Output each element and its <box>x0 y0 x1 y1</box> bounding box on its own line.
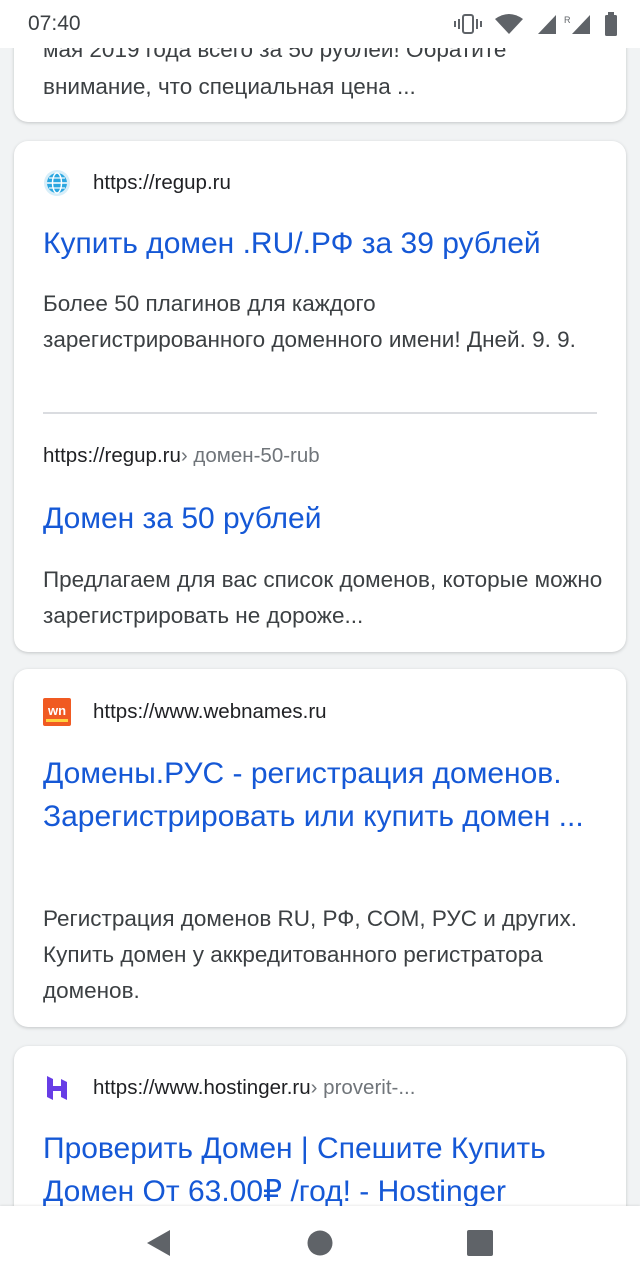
signal-icon <box>536 13 558 35</box>
recents-icon[interactable] <box>440 1206 520 1280</box>
result-url: https://www.hostinger.ru <box>93 1076 311 1099</box>
result-card-regup: https://regup.ru Купить домен .RU/.РФ за… <box>14 141 626 652</box>
webnames-logo-text: wn <box>47 703 66 718</box>
result-url: https://regup.ru <box>93 171 231 194</box>
result-card-hostinger: https://www.hostinger.ru › proverit-... … <box>14 1046 626 1206</box>
battery-icon <box>604 12 618 36</box>
sitelink-snippet: Предлагаем для вас список доменов, котор… <box>43 567 603 628</box>
hostinger-logo-icon <box>43 1074 71 1102</box>
status-time: 07:40 <box>28 12 81 35</box>
globe-icon <box>43 169 71 197</box>
sitelink-path: › домен-50-rub <box>180 444 320 467</box>
result-title-link[interactable]: Купить домен .RU/.РФ за 39 рублей <box>43 222 613 265</box>
result-path: › proverit-... <box>310 1076 416 1099</box>
result-card-webnames: wn https://www.webnames.ru Домены.РУС - … <box>14 669 626 1027</box>
result-snippet-line: внимание, что специальная цена ... <box>43 74 416 99</box>
vibrate-icon <box>454 13 482 35</box>
sitelink-url-row[interactable]: https://regup.ru › домен-50-rub <box>43 441 320 471</box>
webnames-logo-icon: wn <box>43 698 71 726</box>
status-bar: 07:40 R <box>0 0 640 48</box>
result-url: https://www.webnames.ru <box>93 700 327 723</box>
result-site-row[interactable]: https://www.hostinger.ru › proverit-... <box>43 1073 415 1103</box>
result-title-link[interactable]: Проверить Домен | Спешите Купить Домен О… <box>43 1127 613 1206</box>
roaming-label: R <box>564 15 571 25</box>
roaming-signal-icon: R <box>564 13 592 35</box>
navigation-bar <box>0 1206 640 1280</box>
divider <box>43 412 597 414</box>
sitelink-title-link[interactable]: Домен за 50 рублей <box>43 497 613 540</box>
result-snippet: Более 50 плагинов для каждого зарегистри… <box>43 291 576 352</box>
result-site-row[interactable]: https://regup.ru <box>43 168 231 198</box>
result-title-link[interactable]: Домены.РУС - регистрация доменов. Зареги… <box>43 752 613 838</box>
result-snippet: Регистрация доменов RU, РФ, COM, РУС и д… <box>43 906 577 1003</box>
sitelink-url: https://regup.ru <box>43 444 181 467</box>
back-icon[interactable] <box>118 1206 198 1280</box>
result-site-row[interactable]: wn https://www.webnames.ru <box>43 697 327 727</box>
wifi-icon <box>494 13 524 35</box>
search-results[interactable]: мая 2019 года всего за 50 рублей! Обрати… <box>0 0 640 1206</box>
home-icon[interactable] <box>280 1206 360 1280</box>
